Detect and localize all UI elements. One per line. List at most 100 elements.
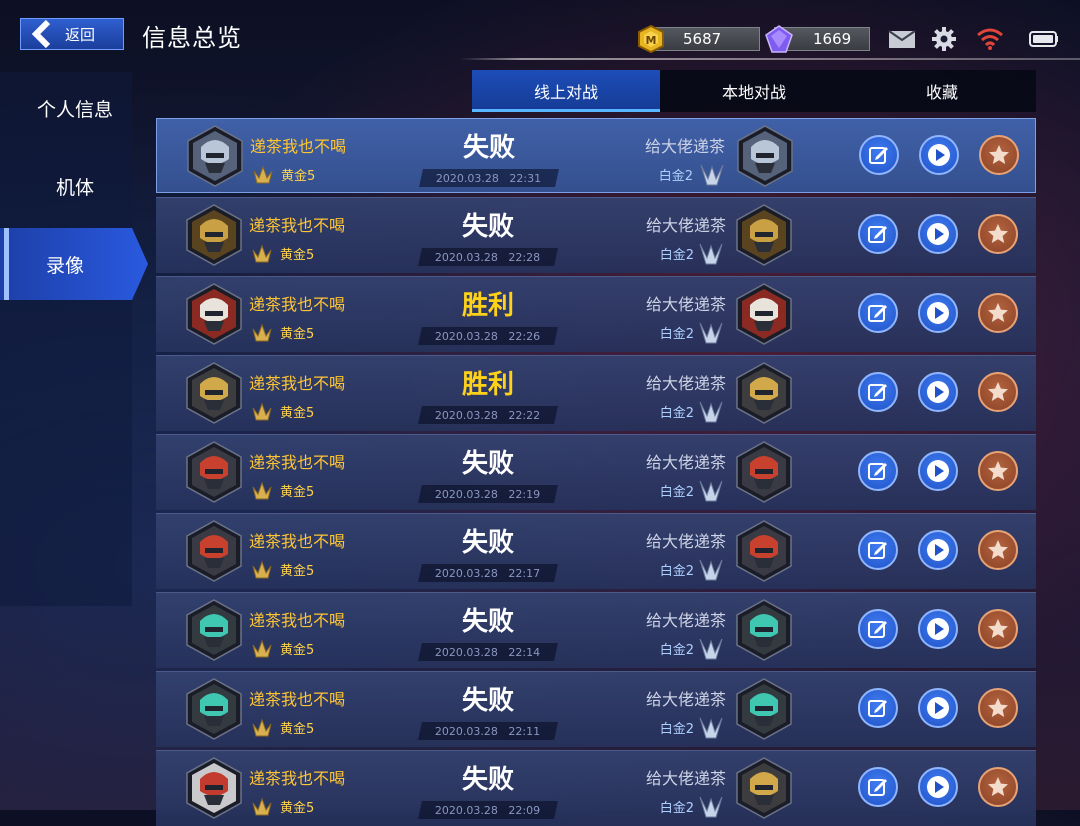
star-icon xyxy=(988,303,1008,322)
mech-portrait-icon xyxy=(186,678,242,740)
match-datetime: 2020.03.28 22:17 xyxy=(418,564,558,582)
platinum-rank-icon xyxy=(700,164,724,186)
platinum-rank-icon xyxy=(699,401,723,423)
edit-button[interactable] xyxy=(858,688,898,728)
favorite-button[interactable] xyxy=(978,451,1018,491)
opponent-mech-avatar xyxy=(736,283,792,345)
play-replay-button[interactable] xyxy=(918,767,958,807)
match-date: 2020.03.28 xyxy=(435,329,499,343)
star-icon xyxy=(988,461,1008,480)
back-button[interactable]: 返回 xyxy=(20,18,124,50)
replay-row[interactable]: 递茶我也不喝 黄金5 胜利 2020.03.28 22:26 给大佬递茶 白金2 xyxy=(156,276,1036,352)
top-bar: 返回 信息总览 M 5687 1669 xyxy=(0,0,1080,72)
play-replay-button[interactable] xyxy=(918,609,958,649)
star-icon xyxy=(988,777,1008,796)
play-replay-button[interactable] xyxy=(918,688,958,728)
gold-rank-icon xyxy=(252,718,272,737)
play-replay-button[interactable] xyxy=(918,214,958,254)
replay-row[interactable]: 递茶我也不喝 黄金5 胜利 2020.03.28 22:22 给大佬递茶 白金2 xyxy=(156,355,1036,431)
favorite-button[interactable] xyxy=(978,609,1018,649)
replay-row[interactable]: 递茶我也不喝 黄金5 失败 2020.03.28 22:31 给大佬递茶 白金2 xyxy=(156,118,1036,193)
sidebar-item-mech[interactable]: 机体 xyxy=(0,150,150,222)
favorite-button[interactable] xyxy=(978,372,1018,412)
edit-button[interactable] xyxy=(858,451,898,491)
opponent-name: 给大佬递茶 xyxy=(645,374,726,393)
match-result: 胜利 xyxy=(461,291,514,321)
tab-label: 线上对战 xyxy=(533,83,598,102)
replay-row[interactable]: 递茶我也不喝 黄金5 失败 2020.03.28 22:09 给大佬递茶 白金2 xyxy=(156,750,1036,826)
edit-icon xyxy=(869,147,888,164)
favorite-button[interactable] xyxy=(978,688,1018,728)
edit-button[interactable] xyxy=(858,530,898,570)
tab-local-battle[interactable]: 本地对战 xyxy=(660,70,848,112)
player-rank: 黄金5 xyxy=(280,643,315,658)
match-date: 2020.03.28 xyxy=(435,408,499,422)
replay-row[interactable]: 递茶我也不喝 黄金5 失败 2020.03.28 22:11 给大佬递茶 白金2 xyxy=(156,671,1036,747)
edit-button[interactable] xyxy=(859,135,899,175)
match-time: 22:19 xyxy=(508,487,541,501)
edit-button[interactable] xyxy=(858,767,898,807)
match-result: 失败 xyxy=(462,133,515,163)
play-replay-button[interactable] xyxy=(918,530,958,570)
play-icon xyxy=(927,539,949,561)
favorite-button[interactable] xyxy=(978,214,1018,254)
match-result: 失败 xyxy=(461,765,514,795)
player-rank: 黄金5 xyxy=(280,327,315,342)
player-name: 递茶我也不喝 xyxy=(249,374,346,393)
player-rank: 黄金5 xyxy=(281,169,316,184)
mech-portrait-icon xyxy=(736,520,792,582)
page-title: 信息总览 xyxy=(142,24,242,52)
play-replay-button[interactable] xyxy=(918,451,958,491)
sidebar-item-label: 个人信息 xyxy=(36,98,113,121)
favorite-button[interactable] xyxy=(978,293,1018,333)
edit-button[interactable] xyxy=(858,609,898,649)
mech-portrait-icon xyxy=(736,362,792,424)
gear-icon[interactable] xyxy=(928,24,960,54)
replay-row[interactable]: 递茶我也不喝 黄金5 失败 2020.03.28 22:14 给大佬递茶 白金2 xyxy=(156,592,1036,668)
play-replay-button[interactable] xyxy=(918,293,958,333)
gold-rank-icon xyxy=(252,560,272,579)
opponent-name: 给大佬递茶 xyxy=(645,690,726,709)
player-name: 递茶我也不喝 xyxy=(249,769,346,788)
match-result: 失败 xyxy=(461,607,514,637)
player-mech-avatar xyxy=(186,283,242,345)
opponent-mech-avatar xyxy=(736,678,792,740)
play-replay-button[interactable] xyxy=(918,372,958,412)
replay-row[interactable]: 递茶我也不喝 黄金5 失败 2020.03.28 22:19 给大佬递茶 白金2 xyxy=(156,434,1036,510)
favorite-button[interactable] xyxy=(978,767,1018,807)
mail-icon[interactable] xyxy=(886,24,918,54)
sidebar: 个人信息 机体 录像 xyxy=(0,72,148,606)
replay-row[interactable]: 递茶我也不喝 黄金5 失败 2020.03.28 22:28 给大佬递茶 白金2 xyxy=(156,197,1036,273)
gold-rank-icon xyxy=(252,481,272,500)
edit-button[interactable] xyxy=(858,214,898,254)
tab-label: 本地对战 xyxy=(721,83,786,102)
opponent-name: 给大佬递茶 xyxy=(645,769,726,788)
opponent-mech-avatar xyxy=(736,204,792,266)
back-arrow-icon xyxy=(29,19,55,49)
play-replay-button[interactable] xyxy=(919,135,959,175)
opponent-name: 给大佬递茶 xyxy=(645,453,726,472)
match-result: 胜利 xyxy=(461,370,514,400)
sidebar-item-replay[interactable]: 录像 xyxy=(0,228,148,300)
player-rank: 黄金5 xyxy=(280,248,315,263)
match-time: 22:26 xyxy=(508,329,541,343)
favorite-button[interactable] xyxy=(978,530,1018,570)
player-rank: 黄金5 xyxy=(280,406,315,421)
tab-favorites[interactable]: 收藏 xyxy=(848,70,1036,112)
star-icon xyxy=(988,619,1008,638)
gold-rank-icon xyxy=(253,165,273,184)
favorite-button[interactable] xyxy=(979,135,1019,175)
tab-online-battle[interactable]: 线上对战 xyxy=(472,70,660,112)
replay-row[interactable]: 递茶我也不喝 黄金5 失败 2020.03.28 22:17 给大佬递茶 白金2 xyxy=(156,513,1036,589)
edit-button[interactable] xyxy=(858,372,898,412)
opponent-mech-avatar xyxy=(737,125,793,187)
match-datetime: 2020.03.28 22:09 xyxy=(418,801,558,819)
edit-button[interactable] xyxy=(858,293,898,333)
opponent-rank: 白金2 xyxy=(659,801,694,816)
match-time: 22:31 xyxy=(509,171,542,185)
match-result: 失败 xyxy=(461,686,514,716)
edit-icon xyxy=(868,700,887,717)
player-name: 递茶我也不喝 xyxy=(249,453,346,472)
gold-coin-icon: M xyxy=(638,24,664,54)
sidebar-item-personal-info[interactable]: 个人信息 xyxy=(0,72,150,144)
